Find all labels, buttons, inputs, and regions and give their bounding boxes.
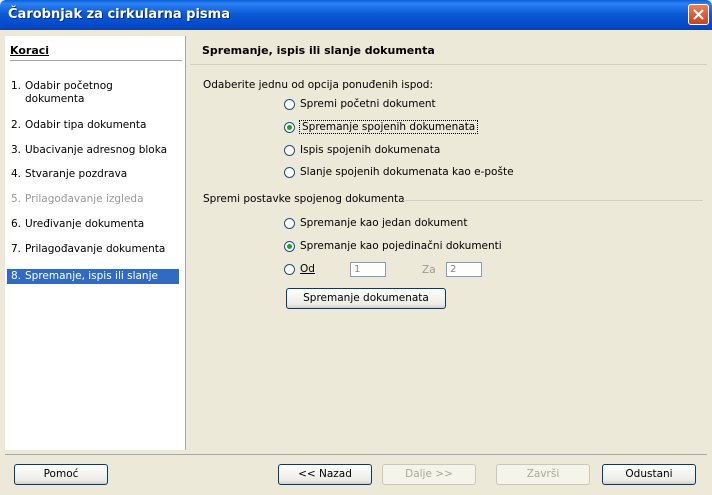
to-field[interactable]: 2: [446, 262, 482, 277]
close-button[interactable]: [688, 4, 709, 25]
step-6[interactable]: 6. Uređivanje dokumenta: [7, 217, 179, 232]
step-5: 5. Prilagođavanje izgleda: [7, 192, 179, 207]
step-7[interactable]: 7. Prilagođavanje dokumenta: [7, 242, 179, 257]
step-label: Prilagođavanje dokumenta: [25, 243, 166, 255]
radio-button[interactable]: [284, 263, 295, 275]
radio-button[interactable]: [284, 217, 295, 229]
step-number: 4.: [11, 168, 22, 180]
step-2[interactable]: 2. Odabir tipa dokumenta: [7, 118, 179, 133]
step-number: 1.: [11, 80, 22, 92]
option-save-merged-docs[interactable]: Spremanje spojenih dokumenata: [284, 120, 479, 134]
radio-button-selected[interactable]: [284, 121, 295, 133]
option-label: Spremanje kao pojedinačni dokumenti: [300, 240, 502, 252]
step-8[interactable]: 8. Spremanje, ispis ili slanje: [7, 269, 179, 284]
step-number: 2.: [11, 119, 22, 131]
step-label: Ubacivanje adresnog bloka: [25, 144, 168, 156]
content-panel: Spremanje, ispis ili slanje dokumenta Od…: [190, 36, 707, 450]
steps-panel: Koraci 1. Odabir početnog dokumenta 2. Oda…: [5, 36, 186, 450]
option-label: Slanje spojenih dokumenata kao e-pošte: [300, 166, 514, 178]
option-print-merged-docs[interactable]: Ispis spojenih dokumenata: [284, 144, 440, 156]
option-label: Spremanje spojenih dokumenata: [298, 120, 479, 134]
group-divider: [403, 200, 703, 201]
option-save-as-individual[interactable]: Spremanje kao pojedinačni dokumenti: [284, 240, 502, 252]
cancel-button[interactable]: Odustani: [602, 464, 696, 485]
step-4[interactable]: 4. Stvaranje pozdrava: [7, 167, 179, 182]
back-button[interactable]: << Nazad: [278, 464, 372, 485]
radio-button[interactable]: [284, 144, 295, 156]
save-documents-button[interactable]: Spremanje dokumenata: [286, 288, 446, 309]
step-number: 3.: [11, 144, 22, 156]
step-number: 8.: [11, 270, 22, 282]
radio-button-selected[interactable]: [284, 240, 295, 252]
option-from-range[interactable]: Od: [284, 263, 315, 275]
radio-button[interactable]: [284, 166, 295, 178]
to-label: Za: [422, 264, 436, 276]
finish-button[interactable]: Završi: [496, 464, 590, 485]
step-number: 5.: [11, 193, 22, 205]
option-email-merged-docs[interactable]: Slanje spojenih dokumenata kao e-pošte: [284, 166, 514, 178]
step-3[interactable]: 3. Ubacivanje adresnog bloka: [7, 143, 179, 158]
title-bar[interactable]: Čarobnjak za cirkularna pisma: [0, 0, 712, 30]
radio-button[interactable]: [284, 98, 295, 110]
wizard-window: Čarobnjak za cirkularna pisma Koraci 1. O…: [0, 0, 712, 495]
close-icon: [693, 9, 704, 20]
step-label: Uređivanje dokumenta: [25, 218, 145, 230]
option-label: Spremanje kao jedan dokument: [300, 217, 468, 229]
page-title: Spremanje, ispis ili slanje dokumenta: [202, 44, 435, 57]
step-label: Spremanje, ispis ili slanje: [25, 270, 158, 282]
step-1[interactable]: 1. Odabir početnog dokumenta: [7, 79, 179, 109]
option-save-starting-doc[interactable]: Spremi početni dokument: [284, 98, 436, 110]
options-prompt: Odaberite jednu od opcija ponuđenih ispo…: [203, 79, 433, 91]
from-label: Od: [300, 263, 315, 275]
option-label: Spremi početni dokument: [300, 98, 436, 110]
next-button[interactable]: Dalje >>: [382, 464, 476, 485]
title-divider: [190, 64, 707, 65]
step-number: 6.: [11, 218, 22, 230]
steps-header: Koraci: [10, 44, 50, 57]
steps-divider: [10, 60, 182, 61]
step-label: Odabir početnog dokumenta: [25, 80, 113, 105]
step-label: Prilagođavanje izgleda: [25, 193, 144, 205]
step-number: 7.: [11, 243, 22, 255]
button-bar-divider: [5, 454, 707, 455]
help-button[interactable]: Pomoć: [14, 464, 108, 485]
from-field[interactable]: 1: [350, 262, 386, 277]
window-title: Čarobnjak za cirkularna pisma: [8, 7, 230, 22]
option-label: Ispis spojenih dokumenata: [300, 144, 441, 156]
step-label: Odabir tipa dokumenta: [25, 119, 147, 131]
option-save-as-single[interactable]: Spremanje kao jedan dokument: [284, 217, 467, 229]
step-label: Stvaranje pozdrava: [25, 168, 128, 180]
save-settings-label: Spremi postavke spojenog dokumenta: [203, 193, 405, 205]
